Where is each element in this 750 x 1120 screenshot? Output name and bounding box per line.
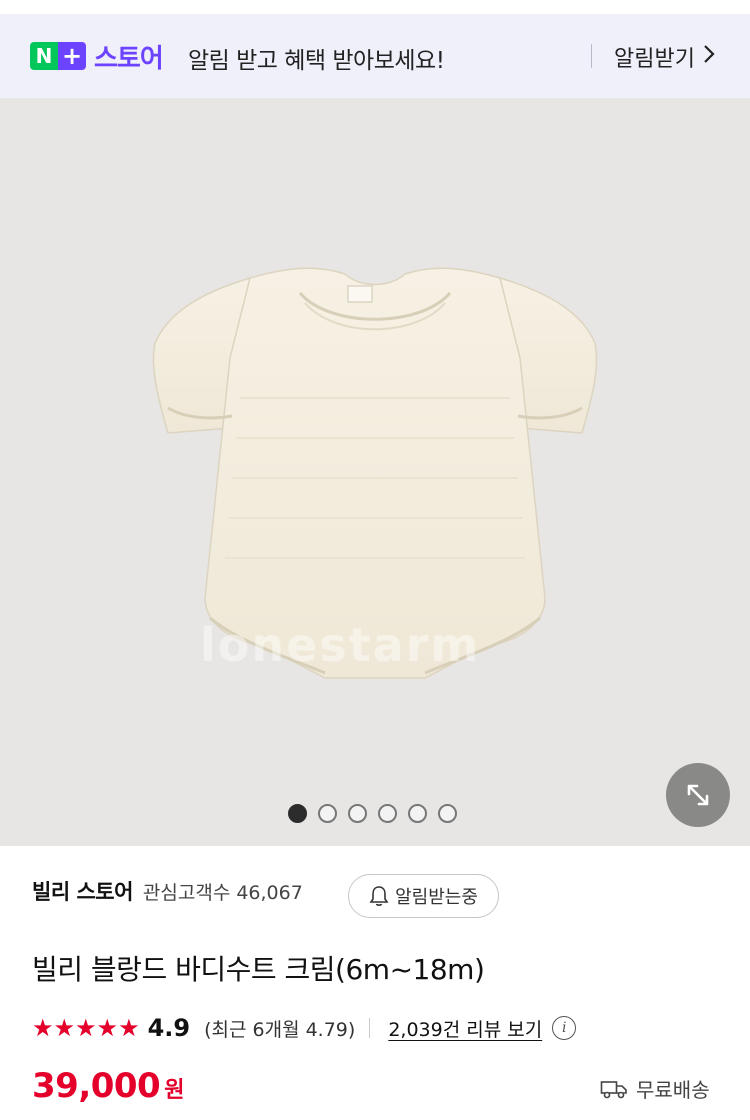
naver-plus-logo: N + [30, 42, 86, 70]
brand-name: 스토어 [94, 44, 164, 74]
banner-message: 알림 받고 혜택 받아보세요! [188, 48, 445, 74]
image-watermark: lonestarm [200, 618, 481, 672]
expand-icon [687, 784, 709, 806]
gallery-dot[interactable] [408, 804, 427, 823]
rating-row: ★★★★★ 4.9 (최근 6개월 4.79) 2,039건 리뷰 보기 i [32, 1012, 577, 1044]
price-currency: 원 [164, 1078, 185, 1103]
expand-image-button[interactable] [666, 763, 730, 827]
logo-plus: + [58, 42, 86, 70]
price-row: 39,000 원 [32, 1066, 184, 1106]
recent-rating: (최근 6개월 4.79) [204, 1018, 356, 1041]
store-name-link[interactable]: 빌리 스토어 [32, 876, 133, 906]
gallery-dot[interactable] [348, 804, 367, 823]
product-image-gallery[interactable]: lonestarm [0, 98, 750, 846]
gallery-dot[interactable] [378, 804, 397, 823]
followers-count: 관심고객수 46,067 [143, 878, 303, 905]
gallery-dot[interactable] [318, 804, 337, 823]
get-notifications-label: 알림받기 [614, 47, 695, 72]
truck-icon [600, 1080, 627, 1098]
gallery-pagination[interactable] [288, 804, 457, 823]
store-row: 빌리 스토어 관심고객수 46,067 [32, 876, 303, 906]
info-icon[interactable]: i [552, 1016, 577, 1040]
get-notifications-button[interactable]: 알림받기 [614, 41, 715, 73]
gallery-dot[interactable] [438, 804, 457, 823]
star-rating-icon: ★★★★★ [32, 1014, 140, 1042]
product-price: 39,000 [32, 1066, 161, 1106]
notifications-on-button[interactable]: 알림받는중 [348, 874, 499, 918]
shipping-info: 무료배송 [600, 1074, 710, 1103]
followers-label: 관심고객수 [142, 881, 231, 904]
followers-number: 46,067 [236, 881, 303, 904]
bell-icon [369, 886, 389, 906]
status-area [0, 0, 750, 14]
shipping-label: 무료배송 [636, 1078, 710, 1102]
chevron-right-icon [703, 44, 715, 70]
logo-n: N [30, 42, 58, 70]
product-title: 빌리 블랑드 바디수트 크림(6m~18m) [32, 953, 485, 986]
rating-value: 4.9 [147, 1014, 191, 1042]
banner-divider [591, 44, 592, 68]
view-reviews-link[interactable]: 2,039건 리뷰 보기 [388, 1015, 542, 1042]
product-image-bodysuit [152, 267, 598, 679]
notify-label: 알림받는중 [395, 887, 478, 908]
gallery-dot-active[interactable] [288, 804, 307, 823]
rating-divider [369, 1018, 371, 1038]
notification-banner[interactable]: N + 스토어 알림 받고 혜택 받아보세요! 알림받기 [0, 14, 750, 98]
